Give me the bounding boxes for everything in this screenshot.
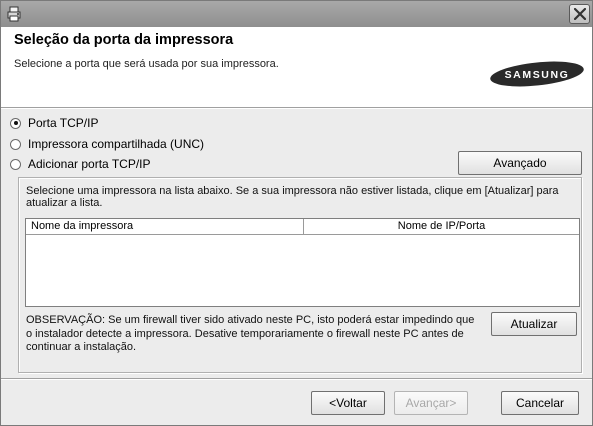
back-button[interactable]: <Voltar <box>311 391 385 415</box>
refresh-button[interactable]: Atualizar <box>491 312 577 336</box>
installer-window: Seleção da porta da impressora Selecione… <box>0 0 593 426</box>
radio-button[interactable] <box>10 158 21 170</box>
svg-text:SAMSUNG: SAMSUNG <box>505 69 570 81</box>
close-icon <box>574 8 586 20</box>
radio-impressora-compartilhada[interactable]: Impressora compartilhada (UNC) <box>10 136 204 152</box>
header-divider <box>1 107 592 109</box>
samsung-logo: SAMSUNG <box>490 61 584 87</box>
advanced-button[interactable]: Avançado <box>458 151 582 175</box>
radio-porta-tcp-ip[interactable]: Porta TCP/IP <box>10 115 98 131</box>
title-bar[interactable] <box>1 1 592 27</box>
next-button[interactable]: Avançar> <box>394 391 468 415</box>
radio-label: Porta TCP/IP <box>28 116 99 130</box>
footer-divider <box>1 378 592 380</box>
printer-list[interactable]: Nome da impressora Nome de IP/Porta <box>25 218 580 307</box>
radio-button-selected[interactable] <box>10 117 21 129</box>
column-header-printer-name[interactable]: Nome da impressora <box>26 219 304 235</box>
printer-list-header: Nome da impressora Nome de IP/Porta <box>26 219 579 235</box>
radio-label: Adicionar porta TCP/IP <box>28 157 151 171</box>
column-header-ip-port[interactable]: Nome de IP/Porta <box>304 219 579 235</box>
firewall-note: OBSERVAÇÃO: Se um firewall tiver sido at… <box>26 314 475 353</box>
page-title: Seleção da porta da impressora <box>14 32 234 48</box>
radio-label: Impressora compartilhada (UNC) <box>28 137 205 151</box>
printer-list-instructions: Selecione uma impressora na lista abaixo… <box>26 185 559 209</box>
radio-adicionar-porta[interactable]: Adicionar porta TCP/IP <box>10 156 151 172</box>
page-subtitle: Selecione a porta que será usada por sua… <box>14 58 279 70</box>
close-button[interactable] <box>569 4 590 24</box>
cancel-button[interactable]: Cancelar <box>501 391 579 415</box>
radio-button[interactable] <box>10 138 21 150</box>
printer-setup-icon <box>7 6 23 22</box>
